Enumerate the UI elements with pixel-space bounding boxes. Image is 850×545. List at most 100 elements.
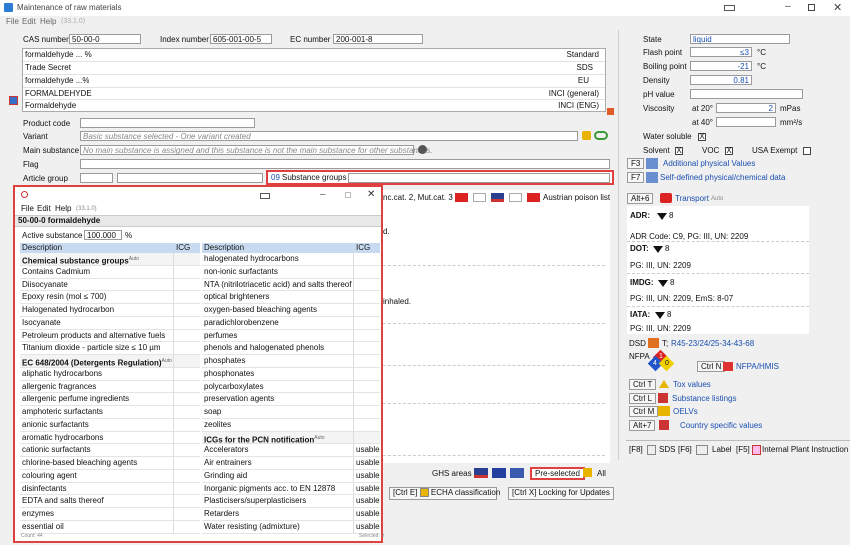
table-row[interactable]: anionic surfactants: [20, 418, 200, 432]
cas-input[interactable]: 50-00-0: [69, 34, 141, 44]
table-row[interactable]: phenols and halogenated phenols: [202, 342, 380, 355]
table-row[interactable]: zeolites: [202, 418, 380, 432]
table-row[interactable]: NTA (nitrilotriacetic acid) and salts th…: [202, 278, 380, 292]
f3-key[interactable]: F3: [627, 158, 645, 169]
main-substance-field[interactable]: No main substance is assigned and this s…: [80, 145, 433, 155]
transport-link[interactable]: Transport: [675, 194, 709, 204]
variant-link-icon[interactable]: [594, 131, 608, 140]
table-row[interactable]: allergenic perfume ingredients: [20, 393, 200, 406]
table-row[interactable]: Grinding aid usable: [202, 469, 380, 483]
popup-maximize-button[interactable]: [345, 192, 351, 198]
names-row[interactable]: formaldehyde ...% EU: [23, 74, 605, 87]
article-group-name[interactable]: [117, 173, 263, 183]
ctrl-n-key[interactable]: Ctrl N: [697, 361, 726, 372]
row-icg[interactable]: usable: [356, 470, 380, 482]
voc-checkbox[interactable]: X: [725, 147, 733, 155]
popup-menu-help[interactable]: Help: [55, 204, 71, 214]
preselected-button[interactable]: Pre-selected: [530, 467, 585, 480]
all-label[interactable]: All: [597, 469, 606, 479]
table-row[interactable]: perfumes: [202, 329, 380, 343]
water-soluble-checkbox[interactable]: X: [698, 133, 706, 141]
substance-groups-input[interactable]: [348, 173, 610, 183]
row-icg[interactable]: usable: [356, 508, 380, 520]
substance-listings-link[interactable]: Substance listings: [672, 394, 736, 404]
table-row[interactable]: aliphatic hydrocarbons: [20, 367, 200, 381]
ctrl-t-key[interactable]: Ctrl T: [629, 379, 657, 390]
table-row[interactable]: halogenated hydrocarbons: [202, 253, 380, 266]
table-row[interactable]: Inorganic pigments acc. to EN 12878 usabl…: [202, 482, 380, 496]
menu-file[interactable]: File: [6, 17, 19, 27]
ctrl-l-key[interactable]: Ctrl L: [629, 393, 657, 404]
flag-input[interactable]: [80, 159, 610, 169]
flash-point-input[interactable]: ≤3: [690, 47, 752, 57]
row-icg[interactable]: usable: [356, 495, 380, 507]
row-icg[interactable]: usable: [356, 444, 380, 456]
table-row[interactable]: Epoxy resin (mol ≤ 700): [20, 291, 200, 304]
solvent-checkbox[interactable]: X: [675, 147, 683, 155]
article-group-code[interactable]: [80, 173, 113, 183]
substance-groups-box[interactable]: 09 Substance groups: [266, 170, 614, 185]
alt6-key[interactable]: Alt+6: [627, 193, 654, 204]
menu-edit[interactable]: Edit: [22, 17, 36, 27]
popup-menu-file[interactable]: File: [21, 204, 34, 214]
popup-close-button[interactable]: ✕: [367, 189, 375, 200]
table-row[interactable]: Petroleum products and alternative fuels: [20, 329, 200, 343]
table-row[interactable]: Water resisting (admixture) usable: [202, 520, 380, 534]
close-button[interactable]: ✕: [833, 1, 842, 14]
table-row[interactable]: Contains Cadmium: [20, 265, 200, 279]
boiling-point-input[interactable]: -21: [690, 61, 752, 71]
country-specific-values-link[interactable]: Country specific values: [680, 421, 762, 431]
tox-values-link[interactable]: Tox values: [673, 380, 711, 390]
table-row[interactable]: Diisocyanate: [20, 278, 200, 292]
f7-key[interactable]: F7: [627, 172, 645, 183]
active-substance-input[interactable]: 100.000: [84, 230, 122, 240]
minimize-button[interactable]: –: [785, 1, 791, 12]
oelvs-link[interactable]: OELVs: [673, 407, 698, 417]
table-row[interactable]: cationic surfactants: [20, 444, 200, 457]
product-code-input[interactable]: [80, 118, 255, 128]
table-row[interactable]: amphoteric surfactants: [20, 406, 200, 419]
ghs-flag-eu[interactable]: [492, 468, 506, 478]
globe-icon[interactable]: [418, 145, 427, 154]
table-row[interactable]: enzymes: [20, 508, 200, 521]
viscosity-at40-input[interactable]: [716, 117, 776, 127]
translate-icon[interactable]: [9, 96, 18, 105]
menu-help[interactable]: Help: [40, 17, 56, 27]
table-row[interactable]: chlorine-based bleaching agents: [20, 457, 200, 470]
additional-physical-values-link[interactable]: Additional physical Values: [663, 159, 755, 169]
table-row[interactable]: aromatic hydrocarbons: [20, 431, 200, 445]
row-icg[interactable]: usable: [356, 521, 380, 533]
table-row[interactable]: Titanium dioxide - particle size ≤ 10 µm: [20, 342, 200, 355]
row-icg[interactable]: usable: [356, 483, 380, 495]
density-input[interactable]: 0.81: [690, 75, 752, 85]
table-row[interactable]: essential oil: [20, 520, 200, 534]
table-row[interactable]: allergenic fragrances: [20, 380, 200, 394]
alt7-key[interactable]: Alt+7: [629, 420, 656, 431]
table-row[interactable]: non-ionic surfactants: [202, 265, 380, 279]
ghs-flag-us[interactable]: [474, 468, 488, 478]
table-row[interactable]: phosphates: [202, 355, 380, 368]
usa-exempt-checkbox[interactable]: [803, 147, 811, 155]
table-row[interactable]: colouring agent: [20, 469, 200, 483]
table-row[interactable]: Accelerators usable: [202, 444, 380, 457]
row-icg[interactable]: usable: [356, 457, 380, 469]
table-row[interactable]: Plasticisers/superplasticisers usable: [202, 495, 380, 508]
variant-edit-icon[interactable]: [582, 131, 591, 140]
locking-button[interactable]: [Ctrl X] Locking for Updates: [508, 487, 614, 500]
table-row[interactable]: paradichlorobenzene: [202, 316, 380, 330]
table-row[interactable]: preservation agents: [202, 393, 380, 406]
dsd-value[interactable]: R45-23/24/25-34-43-68: [671, 339, 754, 349]
table-row[interactable]: Retarders usable: [202, 508, 380, 521]
echa-classification-button[interactable]: [Ctrl E] ECHA classification: [389, 487, 500, 500]
table-row[interactable]: oxygen-based bleaching agents: [202, 304, 380, 317]
table-row[interactable]: Air entrainers usable: [202, 457, 380, 470]
self-defined-link[interactable]: Self-defined physical/chemical data: [660, 173, 785, 183]
add-name-icon[interactable]: [607, 108, 614, 115]
nfpa-hmis-link[interactable]: NFPA/HMIS: [736, 362, 779, 372]
maximize-button[interactable]: [808, 4, 815, 11]
popup-minimize-button[interactable]: –: [320, 189, 326, 200]
state-input[interactable]: liquid: [690, 34, 790, 44]
table-row[interactable]: polycarboxylates: [202, 380, 380, 394]
variant-field[interactable]: Basic substance selected - One variant c…: [80, 131, 578, 141]
table-row[interactable]: soap: [202, 406, 380, 419]
